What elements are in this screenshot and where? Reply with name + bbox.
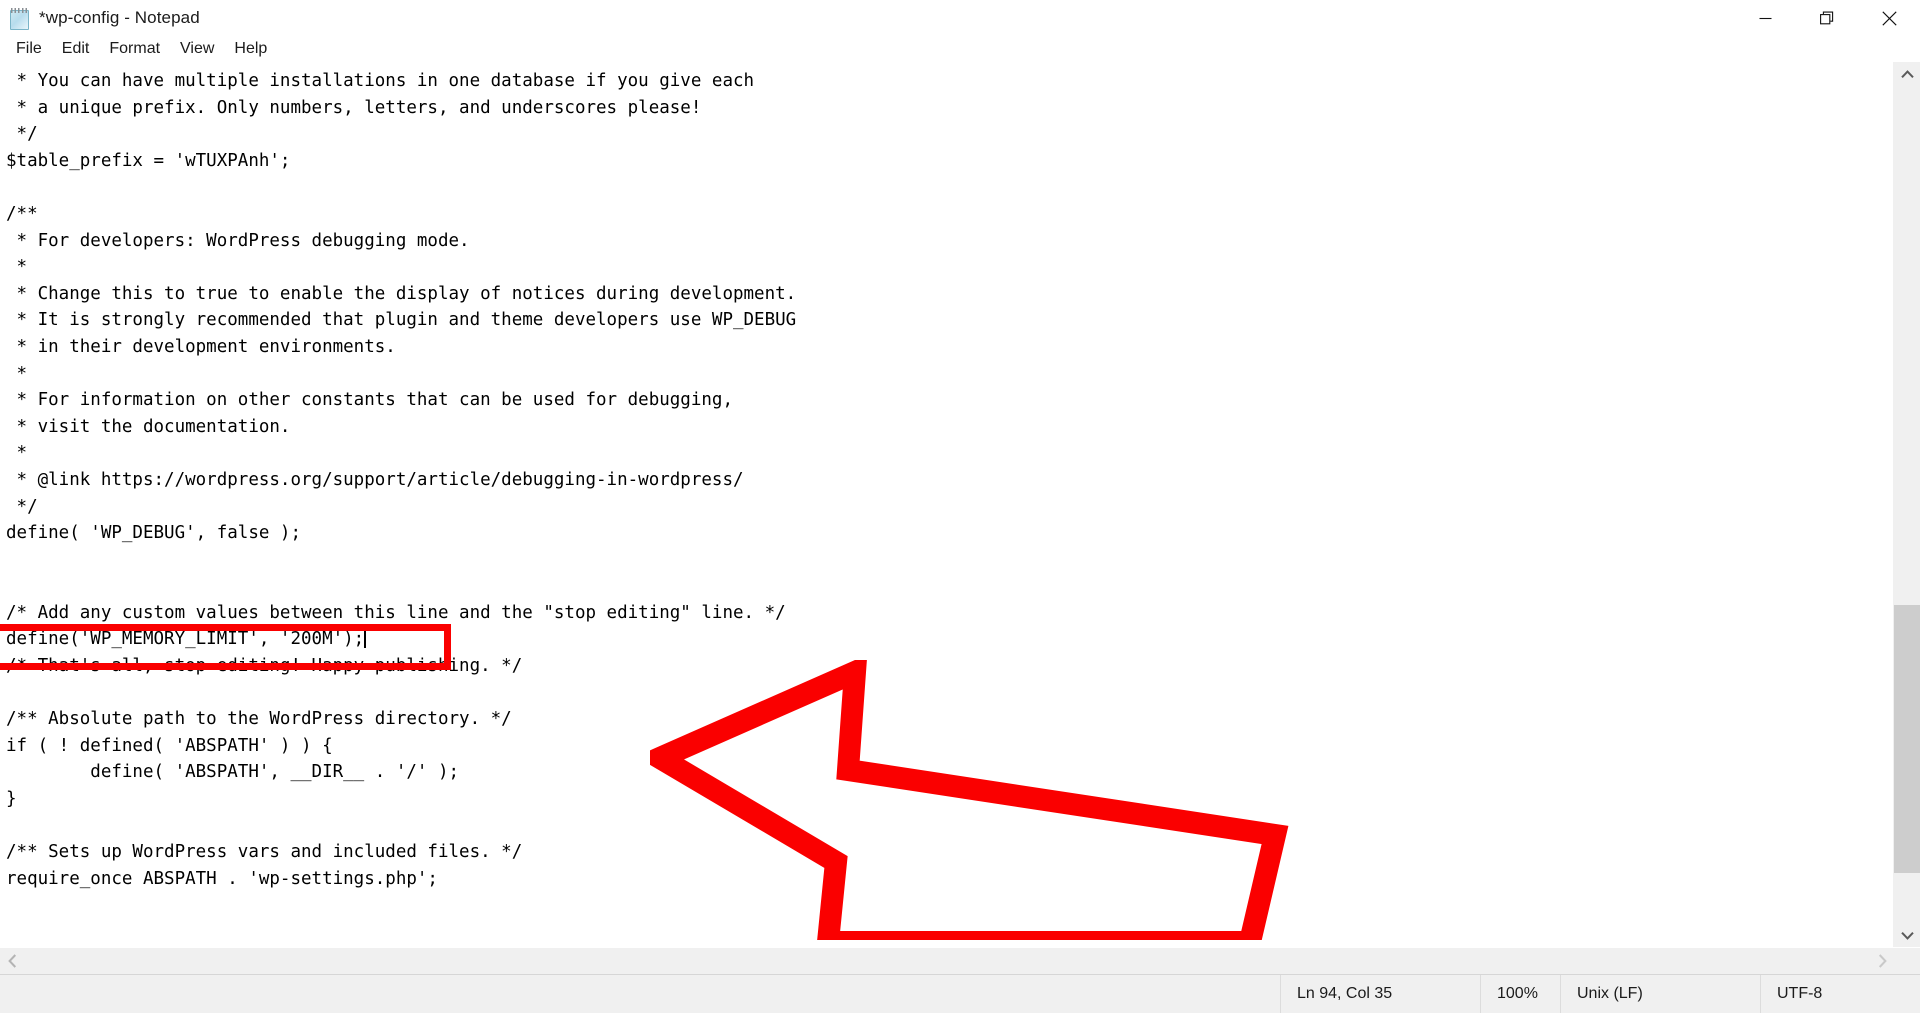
chevron-up-icon xyxy=(1900,69,1914,78)
menu-item-edit[interactable]: Edit xyxy=(52,37,100,61)
code-line: */ xyxy=(6,496,38,517)
code-line: * @link https://wordpress.org/support/ar… xyxy=(6,469,744,490)
title-bar: *wp-config - Notepad xyxy=(0,0,1920,36)
scrollbar-corner xyxy=(1894,948,1920,974)
menu-item-format[interactable]: Format xyxy=(99,37,170,61)
code-line: * Change this to true to enable the disp… xyxy=(6,283,797,304)
notepad-window: *wp-config - Notepad File Edit Format Vi… xyxy=(0,0,1920,1013)
code-line: /** Sets up WordPress vars and included … xyxy=(6,842,523,863)
code-line: * xyxy=(6,443,28,464)
window-title: *wp-config - Notepad xyxy=(39,8,200,27)
code-line: } xyxy=(6,789,17,810)
code-line: * xyxy=(6,257,28,278)
restore-icon xyxy=(1819,11,1833,24)
status-zoom-level[interactable]: 100% xyxy=(1480,975,1560,1013)
code-line: if ( ! defined( 'ABSPATH' ) ) { xyxy=(6,735,333,756)
text-editor[interactable]: * You can have multiple installations in… xyxy=(0,62,1893,947)
status-cursor-position[interactable]: Ln 94, Col 35 xyxy=(1280,975,1480,1013)
close-button[interactable] xyxy=(1858,0,1920,36)
chevron-right-icon xyxy=(1878,954,1887,968)
notepad-icon xyxy=(8,7,30,30)
menu-bar: File Edit Format View Help xyxy=(0,36,1920,62)
close-icon xyxy=(1881,10,1897,26)
code-line: /* That's all, stop editing! Happy publi… xyxy=(6,656,523,677)
code-line: * You can have multiple installations in… xyxy=(6,71,755,91)
menu-item-help[interactable]: Help xyxy=(224,37,277,61)
vertical-scrollbar-thumb[interactable] xyxy=(1894,604,1920,873)
code-line: /* Add any custom values between this li… xyxy=(6,602,786,623)
editor-body: * You can have multiple installations in… xyxy=(0,62,1920,947)
code-line: * For developers: WordPress debugging mo… xyxy=(6,230,470,251)
code-line: define( 'ABSPATH', __DIR__ . '/' ); xyxy=(6,762,460,783)
code-line: * xyxy=(6,363,28,384)
code-line: $table_prefix = 'wTUXPAnh'; xyxy=(6,150,291,171)
chevron-down-icon xyxy=(1900,931,1914,940)
scroll-left-button[interactable] xyxy=(0,948,24,974)
status-line-ending[interactable]: Unix (LF) xyxy=(1560,975,1760,1013)
menu-item-view[interactable]: View xyxy=(170,37,224,61)
title-bar-left: *wp-config - Notepad xyxy=(0,7,200,30)
code-line: * It is strongly recommended that plugin… xyxy=(6,310,797,331)
minimize-button[interactable] xyxy=(1734,0,1796,36)
code-line: define('WP_MEMORY_LIMIT', '200M'); xyxy=(6,627,367,650)
code-line: /** xyxy=(6,203,38,224)
scroll-down-button[interactable] xyxy=(1894,923,1920,947)
chevron-left-icon xyxy=(7,954,16,968)
status-encoding[interactable]: UTF-8 xyxy=(1760,975,1920,1013)
code-line: require_once ABSPATH . 'wp-settings.php'… xyxy=(6,868,438,889)
code-line: */ xyxy=(6,124,38,145)
minimize-icon xyxy=(1759,17,1771,19)
editor-viewport[interactable]: * You can have multiple installations in… xyxy=(0,62,1893,947)
code-line: * in their development environments. xyxy=(6,336,396,357)
code-line: * For information on other constants tha… xyxy=(6,390,733,411)
text-caret xyxy=(364,627,367,649)
status-bar: Ln 94, Col 35 100% Unix (LF) UTF-8 xyxy=(0,974,1920,1013)
window-controls xyxy=(1734,0,1920,36)
code-line: * visit the documentation. xyxy=(6,416,291,437)
scroll-right-button[interactable] xyxy=(1870,948,1894,974)
scroll-up-button[interactable] xyxy=(1894,62,1920,86)
restore-button[interactable] xyxy=(1796,0,1858,36)
code-line: * a unique prefix. Only numbers, letters… xyxy=(6,97,702,118)
vertical-scrollbar[interactable] xyxy=(1893,62,1920,947)
horizontal-scrollbar[interactable] xyxy=(0,947,1920,974)
menu-item-file[interactable]: File xyxy=(6,37,52,61)
code-line: define( 'WP_DEBUG', false ); xyxy=(6,523,302,544)
code-line: /** Absolute path to the WordPress direc… xyxy=(6,709,512,730)
